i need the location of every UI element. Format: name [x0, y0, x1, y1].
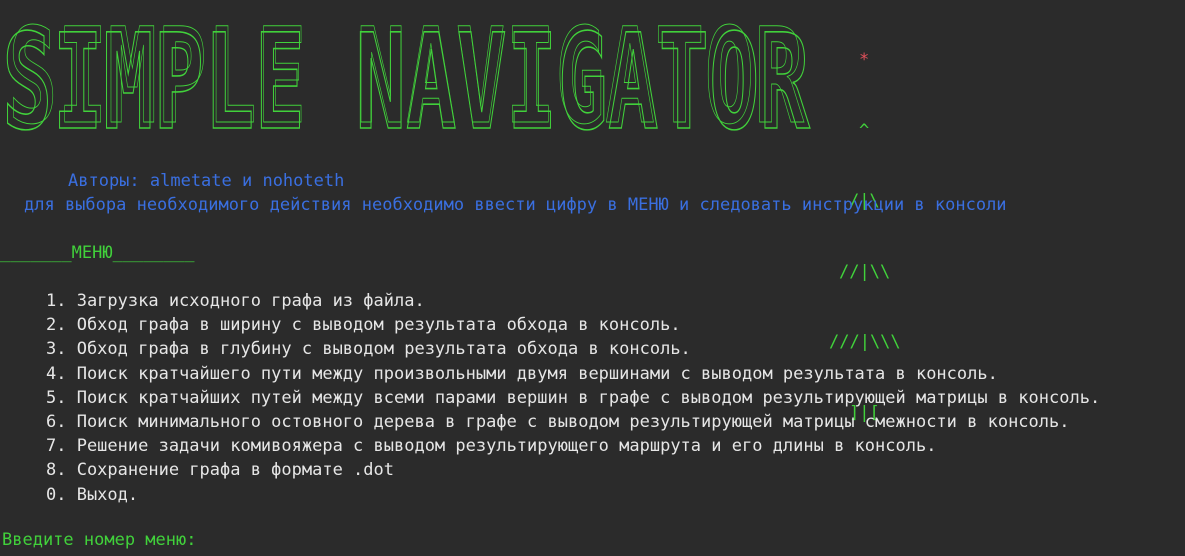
menu-item-1: 1. Загрузка исходного графа из файла.: [46, 291, 425, 311]
instruction-line: для выбора необходимого действия необход…: [24, 195, 1007, 215]
menu-item-5: 5. Поиск кратчайших путей между всеми па…: [46, 387, 1101, 408]
menu-item-8: 8. Сохранение графа в формате .dot: [46, 460, 394, 481]
banner-title-inner: SIMPLE NAVIGATOR: [8, 0, 804, 145]
tree-star: *: [859, 50, 870, 70]
menu-item-0: 0. Выход.: [46, 484, 139, 505]
tree-line-3: //|\\: [839, 261, 891, 282]
authors-line: Авторы: almetate и nohoteth: [68, 171, 345, 191]
menu-item-7: 7. Решение задачи комивояжера с выводом …: [46, 436, 937, 457]
menu-header: _______МЕНЮ________: [0, 243, 195, 263]
menu-item-3: 3. Обход графа в глубину с выводом резул…: [46, 339, 691, 360]
terminal-window: SIMPLE NAVIGATOR SIMPLE NAVIGATOR * ^ /|…: [0, 0, 1185, 556]
menu-item-6: 6. Поиск минимального остовного дерева в…: [46, 411, 1070, 432]
menu-list: 1. Загрузка исходного графа из файла. 2.…: [46, 289, 1100, 507]
menu-item-4: 4. Поиск кратчайшего пути между произвол…: [46, 363, 998, 384]
menu-item-2: 2. Обход графа в ширину с выводом резуль…: [46, 315, 681, 336]
tree-line-1: ^: [859, 120, 870, 141]
input-prompt[interactable]: Введите номер меню:: [2, 530, 196, 550]
ascii-art-banner: SIMPLE NAVIGATOR SIMPLE NAVIGATOR: [1, 0, 811, 145]
